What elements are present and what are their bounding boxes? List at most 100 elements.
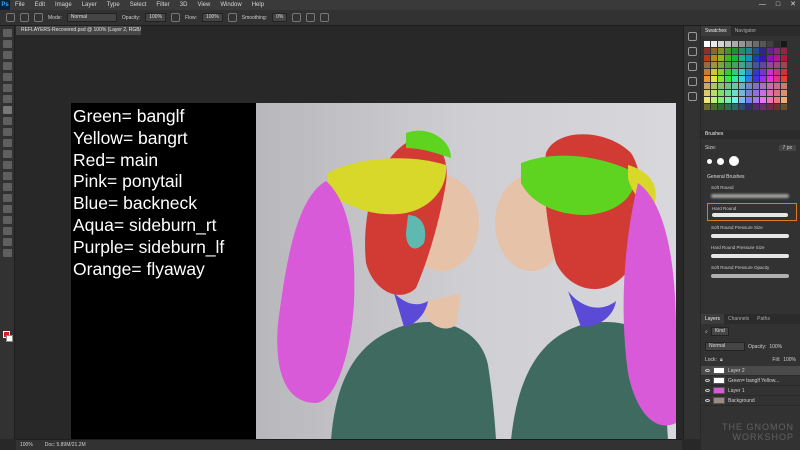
color-swatch[interactable] <box>781 76 787 82</box>
color-swatch[interactable] <box>732 48 738 54</box>
color-swatch[interactable] <box>718 97 724 103</box>
color-swatch[interactable] <box>732 90 738 96</box>
color-swatch[interactable] <box>781 62 787 68</box>
dodge-tool-icon[interactable] <box>2 172 12 180</box>
color-swatch[interactable] <box>767 90 773 96</box>
color-swatch[interactable] <box>774 62 780 68</box>
color-swatch[interactable] <box>704 62 710 68</box>
color-swatch[interactable] <box>718 83 724 89</box>
maximize-button[interactable]: □ <box>776 0 780 10</box>
layer-kind-filter[interactable]: Kind <box>710 327 729 336</box>
eraser-tool-icon[interactable] <box>2 139 12 147</box>
tab-swatches[interactable]: Swatches <box>701 26 731 36</box>
color-swatch[interactable] <box>704 104 710 110</box>
brush-item-soft-round-pressure-opacity[interactable]: Soft Round Pressure Opacity <box>707 263 797 281</box>
canvas-workspace[interactable]: Green= banglf Yellow= bangrt Red= main P… <box>16 35 682 440</box>
color-swatch[interactable] <box>746 69 752 75</box>
adjustments-panel-icon[interactable] <box>687 62 697 71</box>
color-swatch[interactable] <box>760 41 766 47</box>
document-canvas[interactable]: Green= banglf Yellow= bangrt Red= main P… <box>71 103 676 440</box>
menu-help[interactable]: Help <box>247 0 269 10</box>
color-swatch[interactable] <box>718 48 724 54</box>
color-swatch[interactable] <box>774 76 780 82</box>
brush-item-soft-round-pressure-size[interactable]: Soft Round Pressure Size <box>707 223 797 241</box>
color-swatch[interactable] <box>739 76 745 82</box>
color-swatch[interactable] <box>774 90 780 96</box>
color-swatch[interactable] <box>711 97 717 103</box>
menu-view[interactable]: View <box>192 0 215 10</box>
mode-select[interactable]: Normal <box>66 13 117 22</box>
color-swatch[interactable] <box>746 41 752 47</box>
layer-name[interactable]: Green= banglf Yellow... <box>728 378 779 384</box>
background-color-swatch[interactable] <box>6 335 13 342</box>
tab-navigator[interactable]: Navigator <box>731 26 760 36</box>
flow-field[interactable]: 100% <box>202 13 223 22</box>
color-swatch[interactable] <box>774 104 780 110</box>
blur-tool-icon[interactable] <box>2 161 12 169</box>
color-swatch[interactable] <box>732 69 738 75</box>
color-swatch[interactable] <box>753 76 759 82</box>
crop-tool-icon[interactable] <box>2 73 12 81</box>
color-swatch[interactable] <box>739 90 745 96</box>
layer-row[interactable]: Layer 2 <box>701 366 800 376</box>
brush-preset-medium[interactable] <box>717 157 724 165</box>
color-swatch[interactable] <box>739 83 745 89</box>
color-swatch[interactable] <box>746 48 752 54</box>
brush-item-hard-round-pressure-size[interactable]: Hard Round Pressure Size <box>707 243 797 261</box>
color-swatch[interactable] <box>704 76 710 82</box>
opacity-field[interactable]: 100% <box>145 13 167 22</box>
brush-item-soft-round[interactable]: Soft Round <box>707 183 797 201</box>
color-swatch[interactable] <box>774 55 780 61</box>
tab-layers[interactable]: Layers <box>701 314 725 324</box>
brush-settings-icon[interactable] <box>34 13 43 22</box>
color-swatch[interactable] <box>753 55 759 61</box>
gradient-tool-icon[interactable] <box>2 150 12 158</box>
menu-type[interactable]: Type <box>102 0 125 10</box>
color-swatch[interactable] <box>711 62 717 68</box>
brush-item-hard-round[interactable]: Hard Round <box>707 203 797 221</box>
clone-stamp-tool-icon[interactable] <box>2 117 12 125</box>
layer-name[interactable]: Layer 2 <box>728 368 745 374</box>
lock-icon[interactable]: 🔒︎ <box>720 357 723 363</box>
color-swatch[interactable] <box>732 76 738 82</box>
color-swatch[interactable] <box>760 83 766 89</box>
eye-icon[interactable] <box>705 389 710 392</box>
color-swatch[interactable] <box>767 41 773 47</box>
color-swatch[interactable] <box>774 41 780 47</box>
color-swatch[interactable] <box>725 48 731 54</box>
color-swatch[interactable] <box>739 48 745 54</box>
marquee-tool-icon[interactable] <box>2 40 12 48</box>
color-swatch[interactable] <box>718 76 724 82</box>
color-swatch[interactable] <box>767 97 773 103</box>
more-tools-icon[interactable] <box>2 249 12 257</box>
brushes-panel-title[interactable]: Brushes <box>701 130 800 139</box>
healing-brush-tool-icon[interactable] <box>2 95 12 103</box>
color-swatch[interactable] <box>704 41 710 47</box>
eye-icon[interactable] <box>705 379 710 382</box>
minimize-button[interactable]: — <box>759 0 766 10</box>
color-swatch[interactable] <box>732 41 738 47</box>
brush-tool-icon[interactable] <box>2 106 12 114</box>
move-tool-icon[interactable] <box>2 29 12 37</box>
brush-size-picker-icon[interactable] <box>20 13 29 22</box>
color-swatch[interactable] <box>725 104 731 110</box>
eye-icon[interactable] <box>705 399 710 402</box>
pressure-opacity-icon[interactable] <box>171 13 181 22</box>
color-swatch[interactable] <box>732 97 738 103</box>
color-swatch[interactable] <box>711 104 717 110</box>
color-swatch[interactable] <box>760 62 766 68</box>
pen-tool-icon[interactable] <box>2 183 12 191</box>
color-swatch[interactable] <box>760 69 766 75</box>
color-swatch[interactable] <box>718 55 724 61</box>
smoothing-options-gear-icon[interactable] <box>292 13 302 22</box>
color-swatch[interactable] <box>767 48 773 54</box>
color-swatch[interactable] <box>725 69 731 75</box>
color-swatch[interactable] <box>753 41 759 47</box>
color-swatch[interactable] <box>781 41 787 47</box>
properties-panel-icon[interactable] <box>687 47 697 56</box>
color-swatch[interactable] <box>725 83 731 89</box>
color-swatch[interactable] <box>732 104 738 110</box>
color-swatch[interactable] <box>739 104 745 110</box>
color-panel-icon[interactable] <box>687 77 697 86</box>
layer-name[interactable]: Background <box>728 398 755 404</box>
